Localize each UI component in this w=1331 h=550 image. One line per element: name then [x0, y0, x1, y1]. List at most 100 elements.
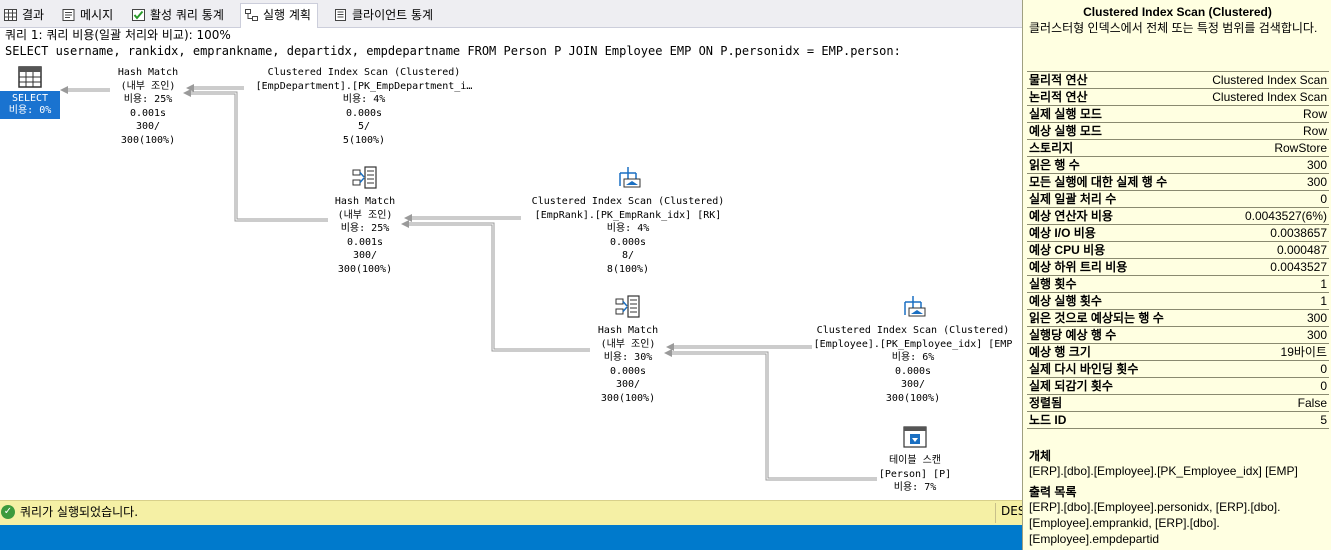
node-join-type: (내부 조인)	[337, 209, 393, 221]
tooltip-description: 클러스터형 인덱스에서 전체 또는 특정 범위를 검색합니다.	[1029, 21, 1318, 35]
tooltip-property-row: 예상 I/O 비용 0.0038657	[1027, 225, 1329, 242]
property-value: 300	[1306, 311, 1327, 325]
hash-match-icon[interactable]	[615, 295, 641, 319]
tooltip-property-row: 읽은 것으로 예상되는 행 수 300	[1027, 310, 1329, 327]
property-name: 예상 행 크기	[1029, 345, 1091, 359]
clustered-index-scan-node-2[interactable]: Clustered Index Scan (Clustered) [EmpRan…	[532, 195, 725, 276]
table-scan-node[interactable]: 테이블 스캔 [Person] [P] 비용: 7%	[879, 454, 951, 495]
node-actual-rows: 300/	[900, 379, 926, 390]
property-name: 예상 하위 트리 비용	[1029, 260, 1128, 274]
tooltip-property-row: 노드 ID 5	[1027, 412, 1329, 429]
window-status-strip	[0, 525, 1022, 550]
property-value: RowStore	[1274, 141, 1327, 155]
property-name: 물리적 연산	[1029, 73, 1088, 87]
property-value: 0.0038657	[1270, 226, 1327, 240]
node-object: [Employee].[PK_Employee_idx] [EMP	[813, 338, 1013, 350]
property-name: 스토리지	[1029, 141, 1074, 155]
node-actual-rows: 8/	[621, 250, 635, 261]
node-cost: 비용: 7%	[893, 482, 937, 493]
success-check-icon: ✓	[1, 505, 15, 519]
node-cost: 비용: 30%	[603, 352, 653, 363]
tooltip-property-row: 예상 CPU 비용 0.000487	[1027, 242, 1329, 259]
node-operator: 테이블 스캔	[888, 455, 942, 466]
property-name: 실제 실행 모드	[1029, 107, 1102, 121]
property-name: 읽은 것으로 예상되는 행 수	[1029, 311, 1164, 325]
property-value: 0.0043527(6%)	[1244, 209, 1327, 223]
node-actual-rows: 5/	[357, 121, 371, 132]
property-value: Clustered Index Scan	[1212, 90, 1327, 104]
tooltip-property-row: 실행 횟수 1	[1027, 276, 1329, 293]
property-value: 0.000487	[1276, 243, 1327, 257]
tooltip-property-row: 정렬됨 False	[1027, 395, 1329, 412]
node-operator: Clustered Index Scan (Clustered)	[267, 67, 461, 78]
hash-match-node-3[interactable]: Hash Match (내부 조인) 비용: 30% 0.000s 300/ 3…	[598, 324, 658, 405]
tooltip-output-value: [ERP].[dbo].[Employee].personidx, [ERP].…	[1029, 500, 1281, 546]
property-value: Clustered Index Scan	[1212, 73, 1327, 87]
node-estimated-rows: 300(100%)	[600, 392, 656, 404]
hash-match-icon[interactable]	[352, 166, 378, 190]
tooltip-property-row: 논리적 연산 Clustered Index Scan	[1027, 89, 1329, 106]
node-estimated-rows: 300(100%)	[337, 263, 393, 275]
arrowhead	[666, 343, 674, 351]
node-actual-rows: 300/	[615, 379, 641, 390]
node-actual-rows: 300/	[352, 250, 378, 261]
property-value: False	[1297, 396, 1327, 410]
node-operator: Hash Match	[117, 67, 179, 78]
property-name: 예상 CPU 비용	[1029, 243, 1106, 257]
node-estimated-rows: 8(100%)	[606, 263, 650, 275]
property-value: Row	[1302, 107, 1327, 121]
node-object: [EmpDepartment].[PK_EmpDepartment_i…	[255, 80, 473, 92]
node-cost: 비용: 25%	[340, 223, 390, 234]
clustered-index-scan-node-3[interactable]: Clustered Index Scan (Clustered) [Employ…	[814, 324, 1013, 405]
clustered-index-scan-icon[interactable]	[616, 166, 642, 190]
node-time: 0.000s	[609, 365, 647, 377]
select-node[interactable]: SELECT 비용: 0%	[0, 91, 60, 119]
property-value: 1	[1320, 277, 1327, 291]
node-estimated-rows: 300(100%)	[120, 134, 176, 146]
tooltip-property-row: 예상 연산자 비용 0.0043527(6%)	[1027, 208, 1329, 225]
node-time: 0.000s	[345, 107, 383, 119]
tooltip-property-row: 예상 하위 트리 비용 0.0043527	[1027, 259, 1329, 276]
clustered-index-scan-node-1[interactable]: Clustered Index Scan (Clustered) [EmpDep…	[256, 66, 473, 147]
node-cost: 비용: 4%	[606, 223, 650, 234]
node-time: 0.001s	[346, 236, 384, 248]
property-name: 읽은 행 수	[1029, 158, 1080, 172]
property-value: Row	[1302, 124, 1327, 138]
tooltip-property-row: 실제 다시 바인딩 횟수 0	[1027, 361, 1329, 378]
property-name: 정렬됨	[1029, 396, 1063, 410]
node-time: 0.000s	[609, 236, 647, 248]
tooltip-property-table: 물리적 연산 Clustered Index Scan 논리적 연산 Clustere…	[1027, 71, 1329, 429]
property-name: 실제 되감기 횟수	[1029, 379, 1113, 393]
property-name: 노드 ID	[1029, 413, 1067, 427]
property-value: 0	[1320, 362, 1327, 376]
arrowhead	[401, 220, 409, 228]
tooltip-property-row: 실행당 예상 행 수 300	[1027, 327, 1329, 344]
select-result-icon[interactable]	[18, 66, 44, 90]
property-value: 19바이트	[1280, 345, 1327, 359]
node-operator: Hash Match	[334, 196, 396, 207]
select-node-label: SELECT	[11, 93, 49, 104]
hash-match-node-1[interactable]: Hash Match (내부 조인) 비용: 25% 0.001s 300/ 3…	[118, 66, 178, 147]
tooltip-property-row: 예상 행 크기 19바이트	[1027, 344, 1329, 361]
node-time: 0.000s	[894, 365, 932, 377]
tooltip-property-row: 읽은 행 수 300	[1027, 157, 1329, 174]
hash-match-node-2[interactable]: Hash Match (내부 조인) 비용: 25% 0.001s 300/ 3…	[335, 195, 395, 276]
property-name: 실제 다시 바인딩 횟수	[1029, 362, 1139, 376]
table-scan-icon[interactable]	[902, 426, 928, 450]
property-value: 5	[1320, 413, 1327, 427]
property-name: 예상 실행 모드	[1029, 124, 1102, 138]
property-name: 실행 횟수	[1029, 277, 1077, 291]
property-value: 300	[1306, 175, 1327, 189]
tooltip-property-row: 예상 실행 횟수 1	[1027, 293, 1329, 310]
arrowhead	[60, 86, 68, 94]
property-value: 0.0043527	[1270, 260, 1327, 274]
tooltip-property-row: 물리적 연산 Clustered Index Scan	[1027, 72, 1329, 89]
node-join-type: (내부 조인)	[600, 338, 656, 350]
node-estimated-rows: 5(100%)	[342, 134, 386, 146]
status-bar: ✓ 쿼리가 실행되었습니다. DES	[0, 500, 1025, 525]
property-value: 0	[1320, 192, 1327, 206]
node-cost: 비용: 25%	[123, 94, 173, 105]
clustered-index-scan-icon[interactable]	[901, 295, 927, 319]
tooltip-property-row: 스토리지 RowStore	[1027, 140, 1329, 157]
property-name: 예상 I/O 비용	[1029, 226, 1096, 240]
